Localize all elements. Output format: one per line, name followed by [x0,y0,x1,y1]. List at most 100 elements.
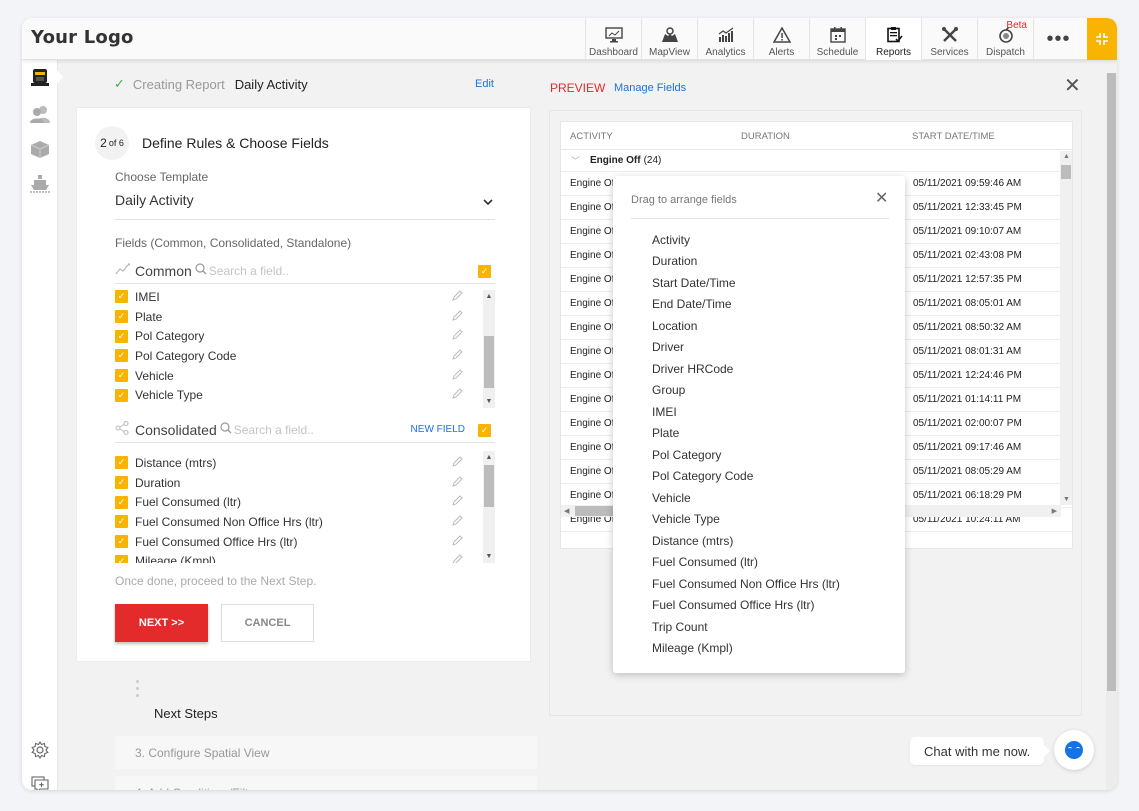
scroll-down-icon[interactable]: ▼ [483,398,495,405]
pencil-icon[interactable] [451,388,463,403]
scrollbar-thumb[interactable] [484,465,494,507]
field-checkbox[interactable]: ✓ [115,388,128,402]
field-row[interactable]: ✓ Fuel Consumed Non Office Hrs (ltr) [115,512,495,532]
nav-reports[interactable]: Reports [865,18,921,60]
scrollbar-thumb[interactable] [1107,73,1116,691]
consolidated-search-input[interactable] [233,422,374,437]
field-checkbox[interactable]: ✓ [115,535,128,549]
field-checkbox[interactable]: ✓ [115,310,128,324]
chat-button[interactable] [1054,730,1094,770]
more-menu-button[interactable]: ••• [1033,18,1083,60]
arrange-field-item[interactable]: Trip Count [652,616,840,638]
next-button[interactable]: NEXT >> [115,604,208,642]
arrange-field-item[interactable]: Fuel Consumed Office Hrs (ltr) [652,595,840,617]
users-icon[interactable] [30,104,50,124]
field-row[interactable]: ✓ Vehicle [115,366,495,386]
logo[interactable]: Your Logo [31,27,134,48]
cancel-button[interactable]: CANCEL [221,604,314,642]
pencil-icon[interactable] [451,475,463,491]
field-checkbox[interactable]: ✓ [115,369,128,383]
field-row[interactable]: ✓ Distance (mtrs) [115,453,495,473]
field-checkbox[interactable]: ✓ [115,329,128,343]
pencil-icon[interactable] [451,515,463,530]
next-step-item[interactable]: 3. Configure Spatial View [115,736,537,769]
next-step-item[interactable]: 4. Add Conditions/Filters [115,776,537,790]
table-vertical-scrollbar[interactable]: ▲ ▼ [1060,151,1072,505]
arrange-field-item[interactable]: Distance (mtrs) [652,530,840,552]
scroll-down-icon[interactable]: ▼ [1063,496,1070,503]
arrange-field-item[interactable]: Group [652,380,840,402]
scroll-up-icon[interactable]: ▲ [483,454,495,461]
field-row[interactable]: ✓ Vehicle Type [115,385,495,405]
pencil-icon[interactable] [451,329,463,344]
pencil-icon[interactable] [451,495,463,510]
field-row[interactable]: ✓ Duration [115,473,495,493]
scroll-up-icon[interactable]: ▲ [1063,153,1070,160]
chevron-down-icon[interactable]: ﹀ [571,154,580,167]
ship-icon[interactable] [30,174,50,194]
common-search-input[interactable] [208,263,349,278]
scroll-up-icon[interactable]: ▲ [483,293,495,300]
scroll-left-icon[interactable]: ◀ [564,507,569,515]
collapse-button[interactable] [1087,18,1117,60]
field-checkbox[interactable]: ✓ [115,290,128,304]
template-select[interactable]: Daily Activity [115,192,495,220]
field-row[interactable]: ✓ IMEI [115,290,495,307]
arrange-field-item[interactable]: End Date/Time [652,294,840,316]
arrange-field-item[interactable]: Vehicle [652,487,840,509]
arrange-field-item[interactable]: Location [652,315,840,337]
arrange-field-item[interactable]: Driver [652,337,840,359]
arrange-field-item[interactable]: Pol Category [652,444,840,466]
field-row[interactable]: ✓ Fuel Consumed Office Hrs (ltr) [115,532,495,552]
arrange-field-item[interactable]: IMEI [652,401,840,423]
field-row[interactable]: ✓ Pol Category Code [115,346,495,366]
nav-services[interactable]: Services [921,18,977,60]
common-list-scrollbar[interactable]: ▲ ▼ [483,290,495,408]
close-icon[interactable]: ✕ [1064,76,1081,96]
arrange-field-item[interactable]: Fuel Consumed Non Office Hrs (ltr) [652,573,840,595]
nav-dashboard[interactable]: Dashboard [585,18,641,60]
close-icon[interactable]: ✕ [875,191,888,207]
group-row[interactable]: ﹀ Engine Off (24) [561,150,1072,172]
nav-schedule[interactable]: Schedule [809,18,865,60]
field-checkbox[interactable]: ✓ [115,515,128,529]
column-header[interactable]: DURATION [741,131,790,142]
settings-icon[interactable] [30,740,50,760]
pencil-icon[interactable] [451,290,463,305]
pencil-icon[interactable] [451,369,463,384]
nav-dispatch[interactable]: Beta Dispatch [977,18,1033,60]
field-checkbox[interactable]: ✓ [115,456,128,470]
arrange-field-item[interactable]: Pol Category Code [652,466,840,488]
pencil-icon[interactable] [451,349,463,364]
common-select-all-checkbox[interactable]: ✓ [478,265,491,278]
arrange-field-item[interactable]: Fuel Consumed (ltr) [652,552,840,574]
pencil-icon[interactable] [451,554,463,563]
field-row[interactable]: ✓ Pol Category [115,326,495,346]
pencil-icon[interactable] [451,456,463,471]
arrange-field-item[interactable]: Duration [652,251,840,273]
add-comment-icon[interactable] [30,775,50,790]
field-row[interactable]: ✓ Plate [115,307,495,327]
field-checkbox[interactable]: ✓ [115,495,128,509]
consolidated-select-all-checkbox[interactable]: ✓ [478,424,491,437]
field-checkbox[interactable]: ✓ [115,349,128,363]
manage-fields-link[interactable]: Manage Fields [614,82,686,94]
truck-icon[interactable] [30,68,50,88]
scrollbar-thumb[interactable] [1061,165,1071,179]
nav-alerts[interactable]: Alerts [753,18,809,60]
field-checkbox[interactable]: ✓ [115,476,128,490]
package-icon[interactable] [30,139,50,159]
edit-link[interactable]: Edit [475,78,494,90]
column-header[interactable]: START DATE/TIME [912,131,995,142]
pencil-icon[interactable] [451,309,463,325]
consolidated-list-scrollbar[interactable]: ▲ ▼ [483,451,495,563]
scrollbar-thumb[interactable] [484,336,494,388]
nav-analytics[interactable]: Analytics [697,18,753,60]
scroll-right-icon[interactable]: ▶ [1052,507,1057,515]
pencil-icon[interactable] [451,535,463,550]
new-field-link[interactable]: NEW FIELD [411,424,465,435]
arrange-field-item[interactable]: Mileage (Kmpl) [652,638,840,660]
page-scrollbar[interactable] [1106,73,1117,790]
chat-prompt[interactable]: Chat with me now. [910,737,1051,765]
field-row[interactable]: ✓ Fuel Consumed (ltr) [115,492,495,512]
